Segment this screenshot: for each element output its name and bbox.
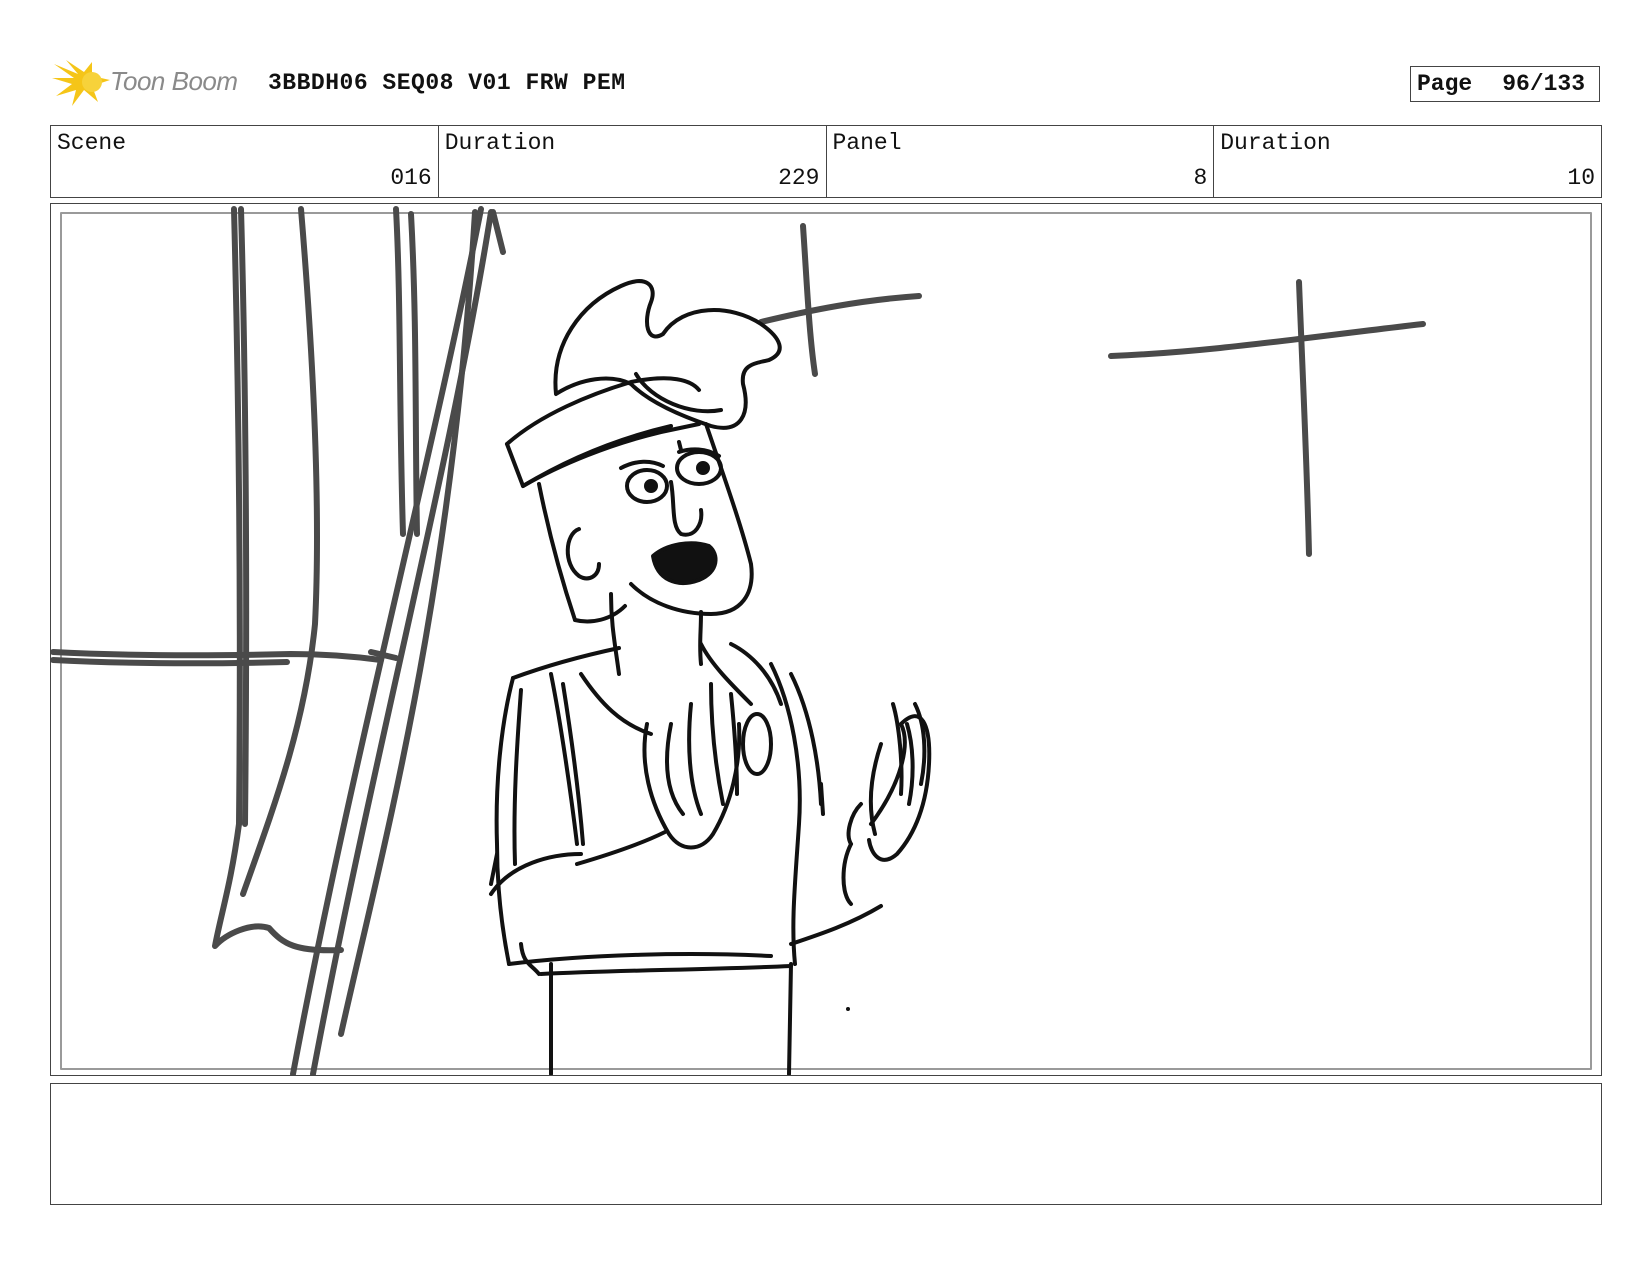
panel-value: 8 [1193,165,1208,191]
panel-cell: Panel 8 [827,126,1215,197]
scene-duration-cell: Duration 229 [439,126,827,197]
page-indicator: Page 96/133 [1410,66,1600,102]
scene-label: Scene [57,130,127,156]
panel-info-row: Scene 016 Duration 229 Panel 8 Duration … [50,125,1602,198]
panel-duration-value: 10 [1567,165,1595,191]
scene-value: 016 [390,165,432,191]
panel-label: Panel [832,130,902,156]
page-label: Page [1417,71,1473,97]
scene-duration-label: Duration [444,130,556,156]
sketch-dot [846,1007,850,1011]
panel-duration-cell: Duration 10 [1214,126,1601,197]
page-number: 96/133 [1502,71,1586,97]
panel-notes-box [50,1083,1602,1205]
star-burst-icon [52,60,110,106]
document-title: 3BBDH06 SEQ08 V01 FRW PEM [268,70,626,96]
background-curtain [51,206,506,1075]
scene-cell: Scene 016 [51,126,439,197]
scene-duration-value: 229 [778,165,820,191]
character-sketch [489,279,932,1075]
storyboard-panel [50,203,1602,1076]
logo-wordmark: Toon Boom [110,66,238,96]
panel-duration-label: Duration [1220,130,1331,156]
toon-boom-logo: Toon Boom [52,56,252,108]
panel-sketch [51,206,1592,1075]
background-crosses [758,223,1426,557]
